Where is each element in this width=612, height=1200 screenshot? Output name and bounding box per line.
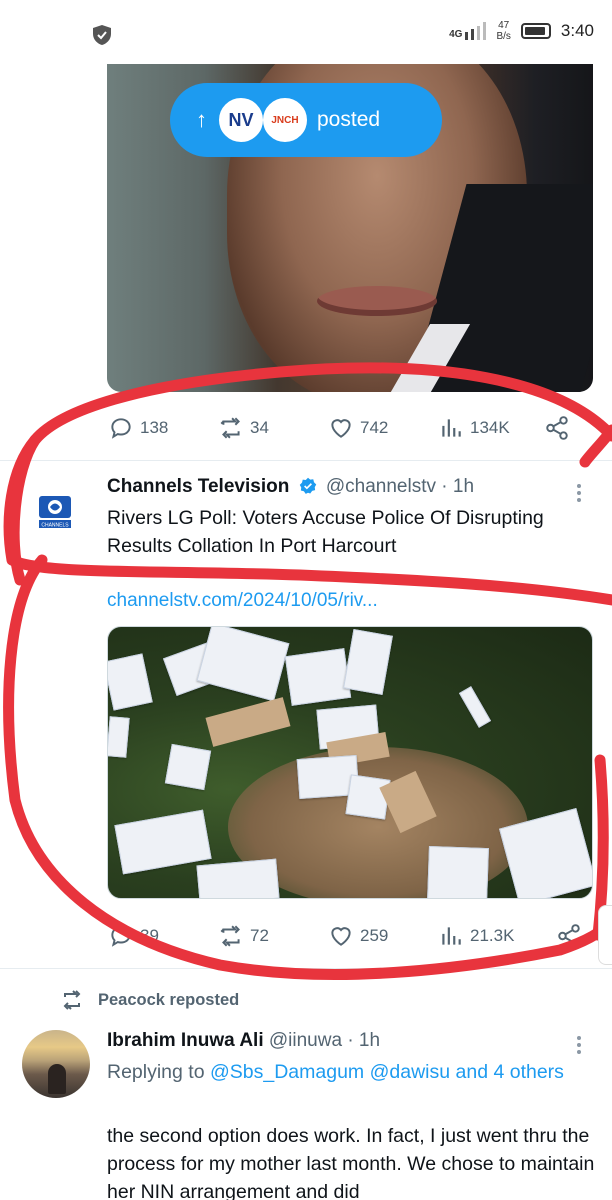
reply-button[interactable]: 39 [108,923,159,949]
post-time: · 1h [347,1030,381,1051]
views-button[interactable]: 21.3K [438,923,514,949]
signal-bars-icon [465,22,487,40]
network-speed: 47 B/s [496,20,510,42]
share-icon [546,416,568,440]
network-speed-unit: B/s [496,31,511,42]
post3-header: Ibrahim Inuwa Ali @iinuwa · 1h [107,1030,380,1052]
scroll-handle[interactable] [598,905,612,965]
repost-context[interactable]: Peacock reposted [60,988,239,1012]
repost-count: 34 [250,418,269,437]
repost-icon [63,990,81,1010]
divider [0,968,612,969]
post-time: · 1h [441,476,475,497]
heart-icon [331,927,351,946]
channels-avatar-label: CHANNELS [41,523,69,529]
more-options-icon[interactable] [576,1036,582,1058]
like-count: 742 [360,418,389,437]
divider [0,460,612,461]
clock: 3:40 [560,21,594,40]
network-indicator: 4G [449,22,487,40]
reply-mentions[interactable]: @Sbs_Damagum @dawisu and 4 others [210,1061,564,1083]
replying-to-label: Replying to [107,1061,205,1083]
post-text: the second option does work. In fact, I … [107,1125,595,1200]
avatar-jnch: JNCH [263,98,307,142]
reply-icon [111,926,131,947]
views-button[interactable]: 134K [438,415,510,441]
repost-icon [220,417,240,439]
post2-actions: 39 72 259 21.3K [108,922,598,950]
like-button[interactable]: 259 [328,923,388,949]
reply-count: 39 [140,926,159,945]
repost-count: 72 [250,926,269,945]
heart-icon [331,419,351,438]
post-text: Rivers LG Poll: Voters Accuse Police Of … [107,507,544,557]
share-button[interactable] [544,415,570,441]
battery-icon [520,23,551,39]
post-image-ballots[interactable] [107,626,593,899]
network-type: 4G [449,29,463,40]
article-link[interactable]: channelstv.com/2024/10/05/riv... [107,590,378,612]
post2-header: Channels Television @channelstv · 1h [107,476,474,498]
avatar-nv: NV [219,98,263,142]
network-speed-value: 47 [498,20,510,31]
author-name[interactable]: Channels Television [107,476,289,497]
author-name[interactable]: Ibrahim Inuwa Ali [107,1030,264,1051]
share-icon [558,924,580,948]
author-handle[interactable]: @iinuwa [269,1030,342,1051]
status-bar: 4G 47 B/s 3:40 [0,0,612,64]
reply-count: 138 [140,418,169,437]
posted-label: posted [317,108,381,131]
repost-button[interactable]: 72 [218,923,269,949]
arrow-up-icon: ↑ [196,107,207,132]
views-icon [442,419,461,437]
more-options-icon[interactable] [576,484,582,506]
like-count: 259 [360,926,389,945]
repost-context-label: Peacock reposted [98,990,240,1009]
channels-avatar[interactable]: CHANNELS [35,492,75,532]
repost-icon [220,925,240,947]
views-count: 21.3K [470,926,515,945]
repost-button[interactable]: 34 [218,415,269,441]
post1-actions: 138 34 742 134K [108,414,598,442]
views-count: 134K [470,418,510,437]
new-posts-pill[interactable]: ↑ NV JNCH posted [170,83,442,157]
verified-badge-icon [299,477,316,494]
views-icon [442,927,461,945]
shield-icon [93,25,111,45]
share-button[interactable] [556,923,582,949]
reply-icon [111,418,131,439]
reply-button[interactable]: 138 [108,415,168,441]
avatar[interactable] [22,1030,90,1098]
author-handle[interactable]: @channelstv [326,476,436,497]
like-button[interactable]: 742 [328,415,388,441]
replying-to: Replying to @Sbs_Damagum @dawisu and 4 o… [107,1058,587,1087]
